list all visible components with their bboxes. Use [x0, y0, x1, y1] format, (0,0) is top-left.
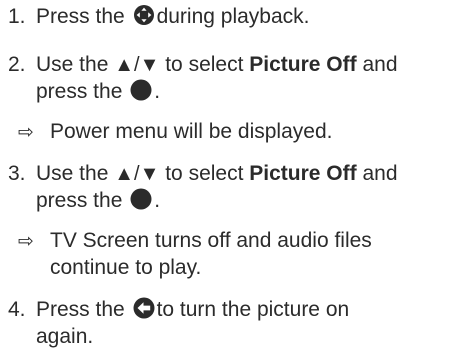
instruction-document: 1. Press the during playback. 2. Use the ▲…	[0, 0, 455, 355]
step-text: Press the	[36, 5, 125, 28]
menu-option-name: Picture Off	[249, 162, 357, 185]
result-text: TV Screen turns off and audio files	[50, 229, 372, 252]
step-number: 2.	[8, 53, 26, 76]
step-text: and	[362, 162, 398, 185]
menu-option-name: Picture Off	[249, 53, 357, 76]
step-2-line-1: 2. Use the ▲/▼ to select Picture Off and	[8, 52, 398, 78]
step-4-line-2: again.	[36, 324, 93, 350]
step-text: press the	[36, 189, 123, 212]
step-text: press the	[36, 80, 123, 103]
ok-button-icon	[130, 188, 152, 217]
back-arrow-icon	[133, 297, 155, 326]
result-text: continue to play.	[50, 256, 202, 279]
step-text: Use the	[36, 53, 109, 76]
step-2-line-2: press the .	[36, 79, 160, 108]
step-text: and	[362, 53, 398, 76]
step-number: 3.	[8, 162, 26, 185]
step-2-result: ⇨ Power menu will be displayed.	[18, 119, 332, 146]
result-text: Power menu will be displayed.	[50, 120, 333, 143]
up-down-arrows-icon: ▲/▼	[114, 54, 160, 76]
navigation-dpad-icon	[133, 4, 155, 33]
ok-button-icon	[130, 79, 152, 108]
step-text: to select	[165, 162, 244, 185]
step-text: .	[154, 189, 161, 212]
step-text: to select	[165, 53, 244, 76]
step-3-result-line-1: ⇨ TV Screen turns off and audio files	[18, 228, 372, 255]
result-arrow-icon: ⇨	[18, 231, 34, 252]
step-text: Use the	[36, 162, 109, 185]
step-text: during playback.	[156, 5, 310, 28]
step-3-line-1: 3. Use the ▲/▼ to select Picture Off and	[8, 161, 398, 187]
result-arrow-icon: ⇨	[18, 122, 34, 143]
step-1: 1. Press the during playback.	[8, 4, 310, 33]
step-number: 1.	[8, 5, 26, 28]
step-3-result-line-2: continue to play.	[50, 255, 201, 281]
step-text: again.	[36, 325, 94, 348]
step-text: to turn the picture on	[156, 298, 350, 321]
step-3-line-2: press the .	[36, 188, 160, 217]
step-4-line-1: 4. Press the to turn the picture on	[8, 297, 349, 326]
step-text: Press the	[36, 298, 125, 321]
step-text: .	[154, 80, 161, 103]
step-number: 4.	[8, 298, 26, 321]
up-down-arrows-icon: ▲/▼	[114, 163, 160, 185]
